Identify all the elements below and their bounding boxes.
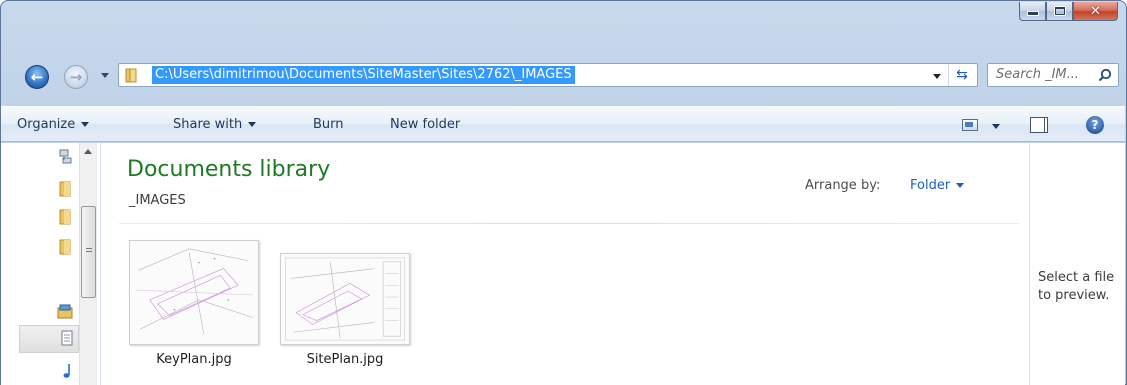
arrow-right-icon: →	[69, 68, 83, 86]
scroll-up-icon[interactable]	[84, 149, 92, 154]
folder-icon[interactable]	[59, 209, 71, 225]
file-name: KeyPlan.jpg	[156, 352, 232, 367]
preview-pane-icon[interactable]	[1030, 117, 1048, 133]
command-bar: Organize Share with Burn New folder ?	[1, 106, 1125, 142]
documents-icon[interactable]	[61, 330, 73, 346]
maximize-icon	[1054, 7, 1065, 15]
music-icon[interactable]	[61, 363, 73, 379]
share-with-menu[interactable]: Share with	[173, 117, 257, 132]
file-name: SitePlan.jpg	[306, 352, 384, 367]
back-button[interactable]: ←	[25, 65, 49, 89]
arrange-by-value: Folder	[910, 178, 951, 193]
arrange-by-dropdown[interactable]: Folder	[910, 178, 965, 193]
close-button[interactable]: ✕	[1073, 2, 1118, 21]
navigation-pane	[1, 143, 101, 385]
scroll-thumb[interactable]	[81, 206, 96, 298]
network-icon[interactable]	[57, 149, 73, 165]
search-icon[interactable]	[1098, 68, 1112, 82]
chevron-down-icon	[81, 122, 90, 127]
library-title: Documents library	[127, 157, 331, 182]
grip-icon	[86, 248, 92, 254]
folder-icon[interactable]	[59, 239, 71, 255]
address-path-text[interactable]: C:\Users\dimitrimou\Documents\SiteMaster…	[152, 66, 575, 84]
caption-buttons: ✕	[1019, 2, 1118, 21]
folder-icon[interactable]	[59, 181, 71, 197]
chevron-down-icon	[248, 122, 257, 127]
image-thumbnail-icon	[280, 253, 410, 345]
header-divider	[119, 223, 1019, 224]
views-dropdown-icon[interactable]	[992, 124, 1000, 129]
minimize-icon	[1027, 12, 1038, 15]
burn-button[interactable]: Burn	[313, 117, 344, 132]
address-dropdown-icon[interactable]	[933, 74, 941, 79]
chevron-down-icon	[956, 183, 965, 188]
address-bar[interactable]: C:\Users\dimitrimou\Documents\SiteMaster…	[118, 63, 978, 87]
address-separator	[948, 64, 949, 86]
maximize-button[interactable]	[1046, 2, 1073, 21]
preview-message: Select a file to preview.	[1038, 270, 1115, 303]
arrow-left-icon: ←	[30, 68, 44, 86]
libraries-icon[interactable]	[57, 303, 73, 319]
folder-icon	[125, 68, 137, 83]
organize-menu[interactable]: Organize	[17, 117, 90, 132]
arrange-by-label: Arrange by:	[805, 178, 881, 193]
minimize-button[interactable]	[1019, 2, 1046, 21]
change-view-icon[interactable]	[962, 119, 978, 131]
image-thumbnail-icon	[129, 240, 259, 345]
forward-button[interactable]: →	[64, 65, 88, 89]
content-area: Documents library _IMAGES Arrange by: Fo…	[1, 143, 1125, 385]
close-icon: ✕	[1090, 3, 1101, 19]
file-tile[interactable]: SitePlan.jpg	[280, 240, 410, 370]
refresh-icon[interactable]: ⇆	[951, 67, 973, 83]
navigation-scrollbar[interactable]	[79, 143, 97, 385]
library-subtitle: _IMAGES	[129, 193, 186, 208]
search-input[interactable]: Search _IM...	[987, 63, 1119, 87]
preview-pane: Select a file to preview.	[1029, 143, 1125, 385]
search-placeholder: Search _IM...	[996, 67, 1080, 82]
recent-pages-dropdown-icon[interactable]	[101, 73, 109, 78]
organize-label: Organize	[17, 117, 76, 132]
help-icon[interactable]: ?	[1086, 116, 1104, 134]
new-folder-button[interactable]: New folder	[390, 117, 460, 132]
file-tile[interactable]: KeyPlan.jpg	[127, 240, 259, 370]
share-with-label: Share with	[173, 117, 243, 132]
